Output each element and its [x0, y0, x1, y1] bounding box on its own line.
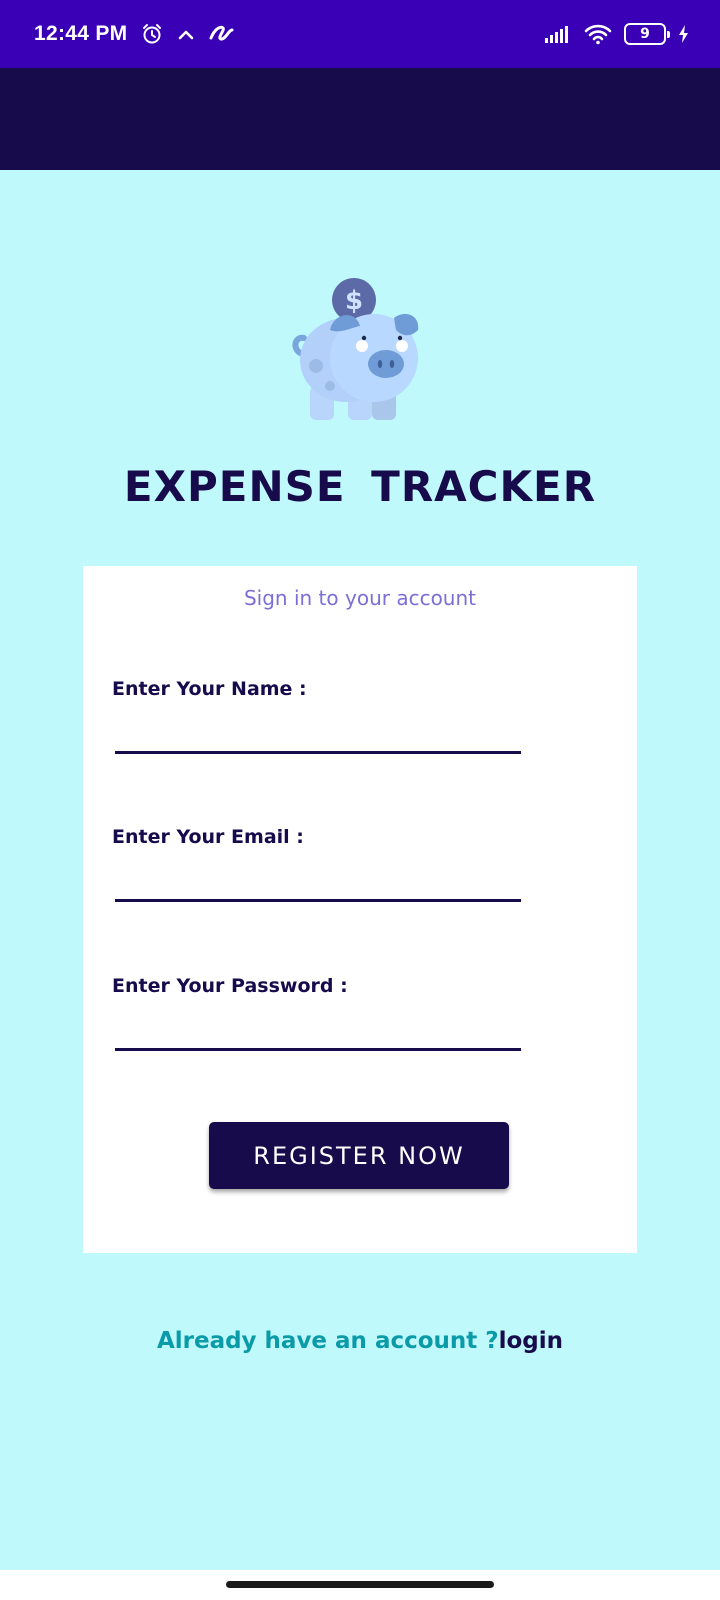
name-input[interactable] — [115, 714, 521, 754]
alarm-icon — [141, 23, 163, 45]
svg-text:$: $ — [345, 286, 363, 316]
battery-icon: 9 — [624, 23, 670, 45]
app-notification-icon — [209, 24, 235, 44]
app-title: EXPENSE TRACKER — [123, 462, 597, 511]
login-link[interactable]: login — [499, 1328, 563, 1354]
card-subtitle: Sign in to your account — [243, 586, 476, 610]
home-indicator[interactable] — [226, 1581, 494, 1588]
register-button[interactable]: REGISTER NOW — [209, 1122, 509, 1189]
login-prompt: Already have an account ?login — [0, 1328, 720, 1354]
status-left: 12:44 PM — [34, 22, 235, 46]
status-time: 12:44 PM — [34, 22, 128, 45]
signin-card: Sign in to your account Enter Your Name … — [83, 566, 637, 1253]
wifi-icon — [584, 23, 612, 45]
battery-level: 9 — [640, 26, 650, 42]
app-bar — [0, 68, 720, 170]
charging-icon — [678, 24, 690, 44]
name-label: Enter Your Name : — [112, 678, 307, 700]
signal-icon — [544, 24, 572, 44]
login-prompt-text: Already have an account ? — [156, 1328, 499, 1354]
email-label: Enter Your Email : — [112, 826, 304, 848]
password-label: Enter Your Password : — [112, 975, 348, 997]
status-right: 9 — [544, 23, 690, 45]
piggy-bank-icon: $ — [290, 278, 430, 430]
status-bar: 12:44 PM 9 — [0, 0, 720, 68]
email-input[interactable] — [115, 862, 521, 902]
password-input[interactable] — [115, 1011, 521, 1051]
chevron-up-icon — [177, 27, 195, 41]
